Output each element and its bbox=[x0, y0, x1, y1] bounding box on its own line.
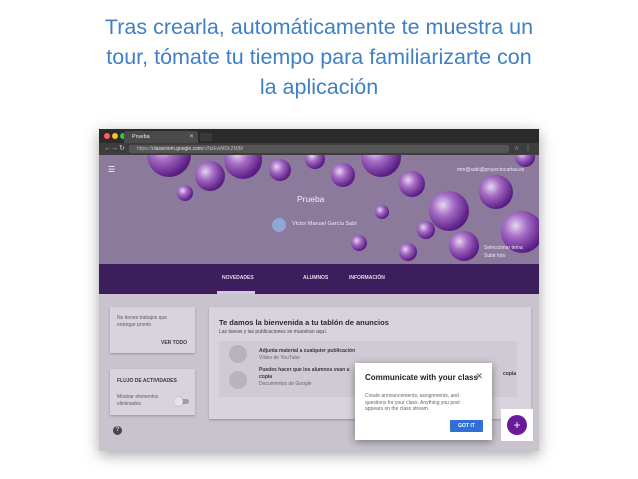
activity-stream-card: FLUJO DE ACTIVIDADES Mostrar elementos e… bbox=[110, 369, 195, 415]
select-theme-link[interactable]: Seleccionar tema Subir foto bbox=[484, 244, 523, 260]
caption-line-2: tour, tómate tu tiempo para familiarizar… bbox=[106, 45, 532, 69]
upcoming-text-1: No tienes trabajos que bbox=[117, 315, 168, 321]
google-drive-icon bbox=[229, 371, 247, 389]
new-tab-button[interactable] bbox=[200, 133, 212, 141]
banner-sphere bbox=[429, 191, 469, 231]
upcoming-work-card: No tienes trabajos que entregar pronto V… bbox=[110, 307, 195, 353]
got-it-button[interactable]: GOT IT bbox=[450, 420, 483, 432]
tip-row-1: Adjunta material a cualquier publicación… bbox=[259, 348, 355, 362]
tab-alumnos[interactable]: ALUMNOS bbox=[303, 275, 328, 281]
tip-2-title-b: copia bbox=[259, 374, 273, 380]
user-email[interactable]: mm@sabi@proyectocartaa.es bbox=[457, 167, 524, 173]
reload-icon[interactable]: ↻ bbox=[119, 143, 125, 155]
tab-close-icon[interactable]: ✕ bbox=[189, 131, 194, 143]
tab-informacion[interactable]: INFORMACIÓN bbox=[349, 275, 385, 281]
banner-sphere bbox=[399, 171, 425, 197]
banner-sphere bbox=[195, 161, 225, 191]
select-theme-label: Seleccionar tema bbox=[484, 245, 523, 251]
browser-address-bar: ← → ↻ https://classroom.google.com/c/NzE… bbox=[99, 143, 539, 155]
activity-text-1: Mostrar elementos bbox=[117, 394, 159, 400]
banner-sphere bbox=[269, 159, 291, 181]
banner-sphere bbox=[399, 243, 417, 261]
popup-title: Communicate with your class bbox=[365, 373, 478, 382]
active-tab-indicator bbox=[217, 291, 255, 294]
banner-sphere bbox=[449, 231, 479, 261]
welcome-subtitle: Las tareas y las publicaciones se muestr… bbox=[219, 329, 328, 335]
help-icon[interactable]: ? bbox=[113, 426, 122, 435]
class-nav-tabs: NOVEDADES ALUMNOS INFORMACIÓN bbox=[99, 264, 539, 294]
banner-sphere bbox=[147, 155, 191, 177]
tab-novedades[interactable]: NOVEDADES bbox=[222, 275, 254, 281]
tip-2-subtitle: Documentos de Google bbox=[259, 381, 312, 387]
view-all-link[interactable]: VER TODO bbox=[161, 340, 187, 346]
banner-sphere bbox=[417, 221, 435, 239]
banner-sphere bbox=[375, 205, 389, 219]
window-minimize-button[interactable] bbox=[112, 133, 118, 139]
welcome-title: Te damos la bienvenida a tu tablón de an… bbox=[219, 318, 389, 327]
class-banner: ☰ mm@sabi@proyectocartaa.es Prueba Vícto… bbox=[99, 155, 539, 264]
tour-popup: Communicate with your class ✕ Create ann… bbox=[355, 363, 492, 440]
tab-title: Prueba bbox=[132, 134, 150, 140]
activity-title: FLUJO DE ACTIVIDADES bbox=[117, 378, 177, 384]
caption: Tras crearla, automáticamente te muestra… bbox=[0, 12, 638, 102]
banner-sphere bbox=[351, 235, 367, 251]
forward-icon[interactable]: → bbox=[111, 143, 118, 155]
activity-text-2: eliminados bbox=[117, 401, 141, 407]
tip-1-title: Adjunta material a cualquier publicación bbox=[259, 348, 356, 354]
teacher-avatar bbox=[272, 218, 286, 232]
banner-sphere bbox=[224, 155, 262, 179]
browser-tab-bar: Prueba ✕ bbox=[99, 129, 539, 143]
url-scheme: https:// bbox=[137, 146, 153, 152]
banner-sphere bbox=[177, 185, 193, 201]
banner-sphere bbox=[331, 163, 355, 187]
youtube-icon bbox=[229, 345, 247, 363]
tip-1-subtitle: Vídeo de YouTube bbox=[259, 355, 300, 361]
banner-sphere bbox=[361, 155, 401, 177]
popup-body: Create announcements, assignments, and q… bbox=[365, 393, 460, 412]
url-host: classroom.google.com bbox=[152, 146, 203, 152]
tip-row-2: Puedes hacer que los alumnos vean u copi… bbox=[259, 367, 350, 388]
upload-photo-label: Subir foto bbox=[484, 253, 506, 259]
browser-tab[interactable]: Prueba ✕ bbox=[124, 131, 198, 143]
teacher-name: Víctor Manuel García Sabí bbox=[292, 221, 357, 227]
caption-line-3: la aplicación bbox=[259, 75, 379, 99]
browser-menu-icons[interactable]: ☆ ⋮ bbox=[514, 143, 533, 155]
url-field[interactable]: https://classroom.google.com/c/NzEwMDk2M… bbox=[129, 145, 509, 153]
toggle-knob bbox=[174, 397, 183, 406]
banner-sphere bbox=[305, 155, 325, 169]
upcoming-text-2: entregar pronto bbox=[117, 322, 152, 328]
banner-sphere bbox=[479, 175, 513, 209]
classroom-screenshot: Prueba ✕ ← → ↻ https://classroom.google.… bbox=[99, 129, 539, 451]
add-post-button[interactable]: + bbox=[507, 415, 527, 435]
close-icon[interactable]: ✕ bbox=[475, 371, 483, 382]
caption-line-1: Tras crearla, automáticamente te muestra… bbox=[104, 15, 534, 39]
tip-2-title-c: copia bbox=[503, 371, 517, 377]
tip-2-title: Puedes hacer que los alumnos vean u bbox=[259, 367, 350, 373]
window-close-button[interactable] bbox=[104, 133, 110, 139]
class-title: Prueba bbox=[297, 194, 325, 204]
hamburger-menu-icon[interactable]: ☰ bbox=[108, 165, 115, 174]
back-icon[interactable]: ← bbox=[104, 143, 111, 155]
show-deleted-toggle[interactable] bbox=[174, 397, 189, 406]
url-path: /c/NzEwMDk2MjM bbox=[202, 146, 243, 152]
banner-sphere bbox=[515, 155, 535, 167]
